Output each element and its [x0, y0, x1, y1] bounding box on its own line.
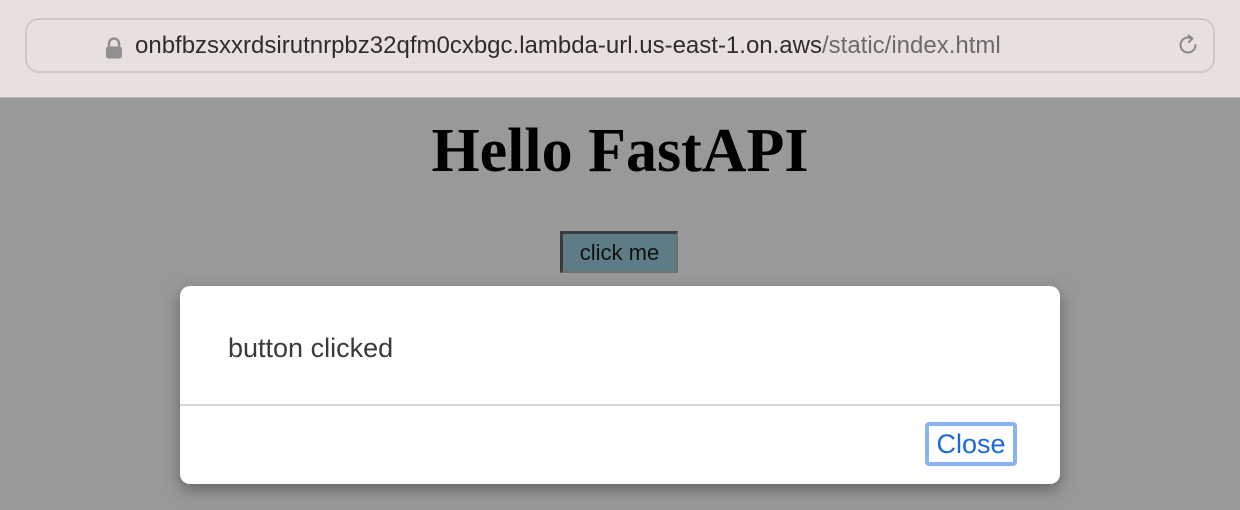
url-text[interactable]: onbfbzsxxrdsirutnrpbz32qfm0cxbgc.lambda-… — [135, 20, 1001, 71]
close-button[interactable]: Close — [925, 422, 1017, 466]
url-path: /static/index.html — [822, 32, 1001, 59]
page-title: Hello FastAPI — [431, 117, 809, 185]
url-host: onbfbzsxxrdsirutnrpbz32qfm0cxbgc.lambda-… — [135, 32, 822, 59]
dialog-divider — [180, 404, 1060, 406]
dialog-message: button clicked — [228, 333, 394, 363]
browser-toolbar: onbfbzsxxrdsirutnrpbz32qfm0cxbgc.lambda-… — [0, 0, 1240, 98]
lock-icon — [106, 37, 122, 59]
click-me-button[interactable]: click me — [560, 231, 678, 273]
reload-icon[interactable] — [1176, 33, 1200, 57]
alert-dialog: button clicked Close — [180, 286, 1060, 484]
address-bar[interactable]: onbfbzsxxrdsirutnrpbz32qfm0cxbgc.lambda-… — [25, 18, 1215, 73]
